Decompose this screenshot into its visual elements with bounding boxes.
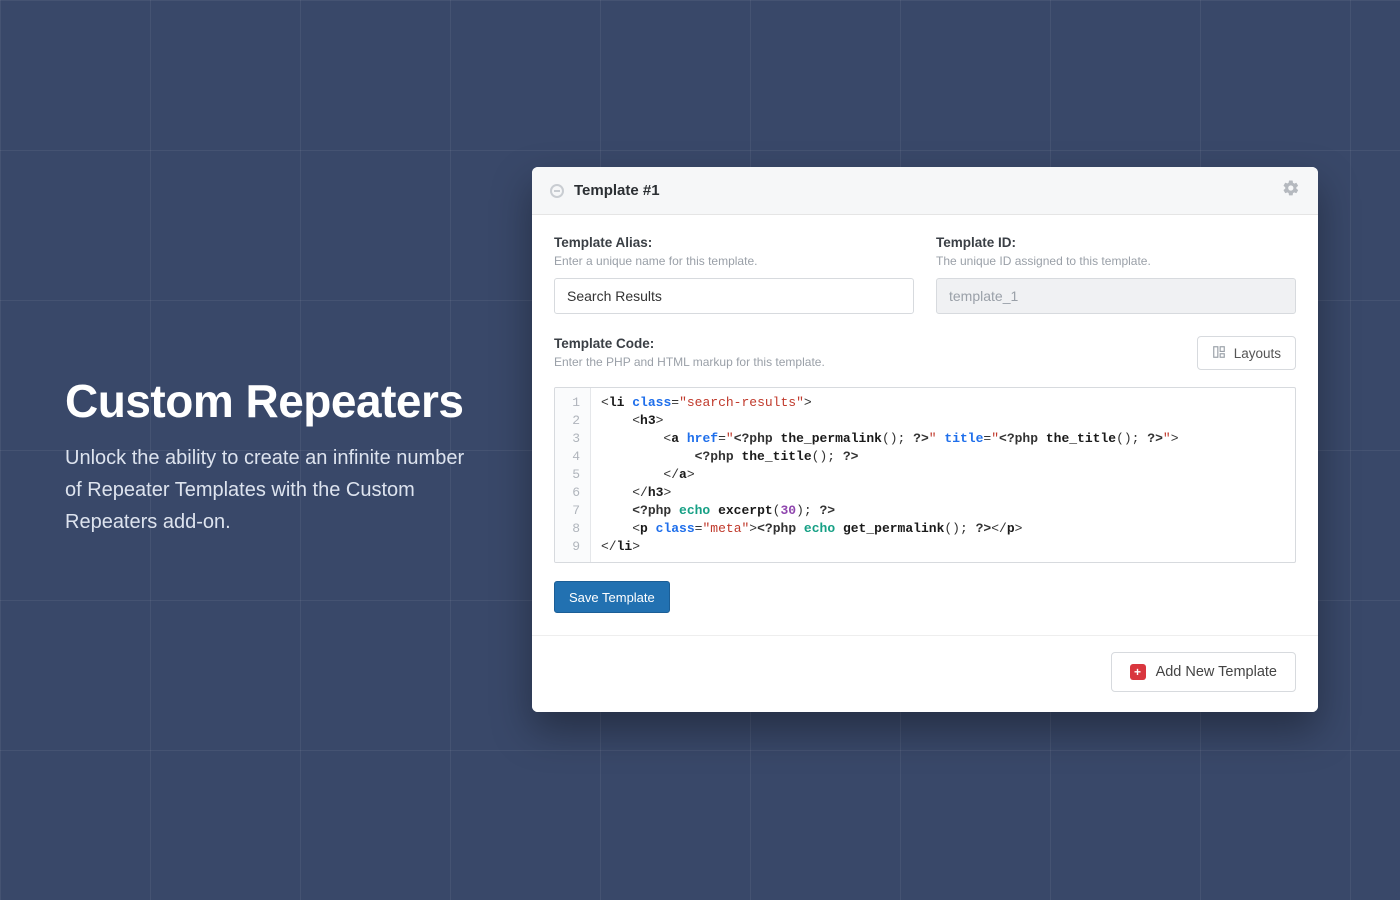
code-help: Enter the PHP and HTML markup for this t… xyxy=(554,355,825,369)
panel-footer: + Add New Template xyxy=(532,636,1318,712)
code-label: Template Code: xyxy=(554,336,825,351)
code-editor[interactable]: 123456789 <li class="search-results"> <h… xyxy=(554,387,1296,563)
panel-title: Template #1 xyxy=(574,182,660,199)
code-section-head: Template Code: Enter the PHP and HTML ma… xyxy=(554,336,1296,379)
alias-input[interactable] xyxy=(554,278,914,314)
layouts-label: Layouts xyxy=(1234,346,1281,361)
collapse-icon[interactable] xyxy=(550,184,564,198)
template-panel: Template #1 Template Alias: Enter a uniq… xyxy=(532,167,1318,712)
save-label: Save Template xyxy=(569,590,655,605)
panel-header: Template #1 xyxy=(532,167,1318,215)
panel-header-left: Template #1 xyxy=(550,182,660,199)
field-row-top: Template Alias: Enter a unique name for … xyxy=(554,235,1296,314)
id-help: The unique ID assigned to this template. xyxy=(936,254,1296,268)
layouts-button[interactable]: Layouts xyxy=(1197,336,1296,370)
hero-subtitle: Unlock the ability to create an infinite… xyxy=(65,442,485,538)
page-root: Custom Repeaters Unlock the ability to c… xyxy=(0,0,1400,900)
layouts-icon xyxy=(1212,345,1226,362)
code-gutter: 123456789 xyxy=(555,388,591,562)
alias-field: Template Alias: Enter a unique name for … xyxy=(554,235,914,314)
id-field: Template ID: The unique ID assigned to t… xyxy=(936,235,1296,314)
alias-help: Enter a unique name for this template. xyxy=(554,254,914,268)
alias-label: Template Alias: xyxy=(554,235,914,250)
code-lines[interactable]: <li class="search-results"> <h3> <a href… xyxy=(591,388,1189,562)
code-label-wrap: Template Code: Enter the PHP and HTML ma… xyxy=(554,336,825,379)
id-label: Template ID: xyxy=(936,235,1296,250)
add-template-button[interactable]: + Add New Template xyxy=(1111,652,1296,692)
add-template-label: Add New Template xyxy=(1156,664,1277,680)
hero-block: Custom Repeaters Unlock the ability to c… xyxy=(65,378,485,538)
gear-icon[interactable] xyxy=(1282,179,1300,202)
save-template-button[interactable]: Save Template xyxy=(554,581,670,613)
id-input xyxy=(936,278,1296,314)
plus-icon: + xyxy=(1130,664,1146,680)
panel-body: Template Alias: Enter a unique name for … xyxy=(532,215,1318,636)
hero-title: Custom Repeaters xyxy=(65,378,485,424)
